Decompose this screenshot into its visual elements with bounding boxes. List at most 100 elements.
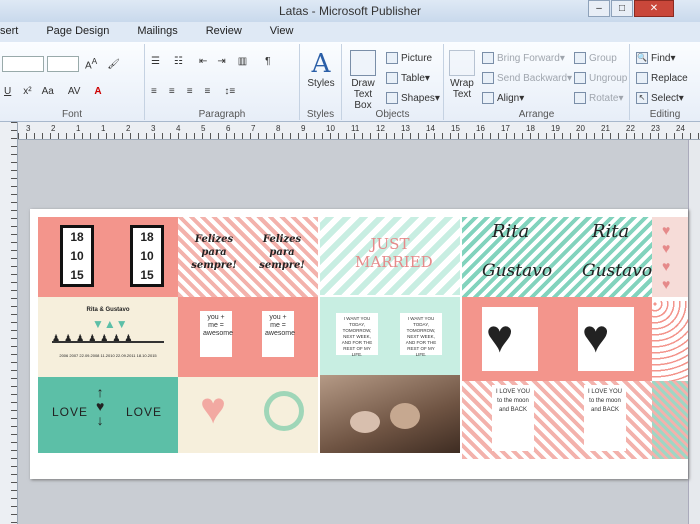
justify-icon[interactable]: ≡ bbox=[205, 86, 211, 97]
picture-icon bbox=[386, 52, 398, 64]
tab-insert[interactable]: sert bbox=[0, 22, 32, 42]
ruler-number: 13 bbox=[401, 124, 410, 133]
change-case-icon[interactable]: Aa bbox=[42, 86, 54, 97]
strike-icon[interactable]: x² bbox=[23, 86, 31, 97]
grow-font-icon[interactable]: AA bbox=[85, 56, 97, 71]
ribbon-tabs: sert Page Design Mailings Review View bbox=[0, 22, 700, 42]
stripes-tile[interactable] bbox=[652, 381, 688, 459]
floral-hearts-tile[interactable]: ♥ bbox=[178, 377, 318, 453]
increase-indent-icon[interactable]: ⇥ bbox=[217, 56, 225, 67]
rita-gustavo-small-text: Rita & Gustavo bbox=[86, 307, 130, 313]
select-button[interactable]: ↖ Select ▾ bbox=[636, 92, 684, 104]
ruler-number: 3 bbox=[151, 124, 156, 133]
align-left-icon[interactable]: ≡ bbox=[151, 86, 157, 97]
group-button[interactable]: Group bbox=[574, 52, 617, 64]
rita-text-left: Rita bbox=[492, 221, 530, 242]
love-text-right: LOVE bbox=[126, 405, 163, 419]
you-me-text-left: you + me = awesome bbox=[200, 311, 233, 357]
ruler-number: 2 bbox=[51, 124, 56, 133]
date-block-right: 18 10 15 bbox=[130, 225, 164, 287]
arrange-group-label: Arrange bbox=[518, 109, 555, 120]
ruler-number: 1 bbox=[76, 124, 81, 133]
bring-forward-icon bbox=[482, 52, 494, 64]
replace-button[interactable]: Replace bbox=[636, 72, 688, 84]
styles-button[interactable]: A Styles bbox=[304, 50, 338, 89]
font-size-box[interactable] bbox=[47, 56, 79, 72]
decrease-indent-icon[interactable]: ⇤ bbox=[199, 56, 207, 67]
close-button[interactable]: ✕ bbox=[634, 0, 674, 17]
rita-gustavo-tile[interactable]: Rita Gustavo Rita Gustavo bbox=[462, 217, 652, 297]
ruler-number: 6 bbox=[226, 124, 231, 133]
find-icon: 🔍 bbox=[636, 52, 648, 64]
wrap-text-button[interactable]: Wrap Text bbox=[448, 50, 476, 100]
align-center-icon[interactable]: ≡ bbox=[169, 86, 175, 97]
align-right-icon[interactable]: ≡ bbox=[187, 86, 193, 97]
bullets-icon[interactable]: ☰ bbox=[151, 56, 160, 67]
vertical-ruler[interactable] bbox=[0, 122, 18, 524]
ruler-number: 19 bbox=[551, 124, 560, 133]
clear-format-icon[interactable]: 🖌 bbox=[107, 59, 120, 70]
columns-icon[interactable]: ▥ bbox=[238, 56, 247, 67]
timeline-tile[interactable]: Rita & Gustavo ▼▲▼ ♟♟♟♟♟♟♟ 2006 2007 22.… bbox=[38, 297, 178, 377]
vertical-scrollbar[interactable] bbox=[688, 140, 700, 524]
tab-review[interactable]: Review bbox=[192, 22, 256, 42]
timeline-dates: 2006 2007 22.09.2008 11.2010 22.09.2011 … bbox=[59, 353, 157, 358]
rotate-button[interactable]: Rotate ▾ bbox=[574, 92, 624, 104]
underline-icon[interactable]: U bbox=[4, 86, 11, 97]
horizontal-ruler[interactable]: 3 2 1 1 2 3 4 5 6 7 8 9 10 11 12 13 14 15 16 17 18 19 20 21 22 23… bbox=[18, 122, 700, 140]
wrap-text-icon bbox=[449, 50, 475, 76]
ruler-number: 8 bbox=[276, 124, 281, 133]
date-block-left: 18 10 15 bbox=[60, 225, 94, 287]
dots-tile[interactable] bbox=[652, 301, 688, 381]
love-you-back-text-left: I LOVE YOU to the moon and BACK bbox=[492, 385, 534, 451]
bring-forward-button[interactable]: Bring Forward ▾ bbox=[482, 52, 565, 64]
styles-icon: A bbox=[311, 49, 331, 79]
i-want-you-text-left: I WANT YOU TODAY, TOMORROW, NEXT WEEK, A… bbox=[336, 313, 378, 357]
tab-page-design[interactable]: Page Design bbox=[32, 22, 123, 42]
font-color-icon[interactable]: A bbox=[94, 86, 101, 97]
love-you-back-tile[interactable]: I LOVE YOU to the moon and BACK I LOVE Y… bbox=[462, 381, 652, 459]
love-hearts-tile[interactable]: ♥ ♥ bbox=[462, 297, 652, 381]
ruler-number: 9 bbox=[301, 124, 306, 133]
align-button[interactable]: Align ▾ bbox=[482, 92, 524, 104]
just-married-text: JUST MARRIED bbox=[355, 235, 433, 271]
couple-face-icon bbox=[350, 411, 380, 433]
i-want-you-tile[interactable]: I WANT YOU TODAY, TOMORROW, NEXT WEEK, A… bbox=[320, 297, 460, 375]
find-button[interactable]: 🔍 Find ▾ bbox=[636, 52, 675, 64]
line-spacing-icon[interactable]: ↕≡ bbox=[224, 86, 235, 97]
couple-face-icon bbox=[390, 403, 420, 429]
ruler-number: 24 bbox=[676, 124, 685, 133]
maximize-button[interactable]: □ bbox=[611, 0, 633, 17]
table-button[interactable]: Table ▾ bbox=[386, 72, 430, 84]
minimize-button[interactable]: – bbox=[588, 0, 610, 17]
pilcrow-icon[interactable]: ¶ bbox=[265, 56, 270, 67]
font-name-box[interactable] bbox=[2, 56, 44, 72]
couple-photo-tile[interactable] bbox=[320, 375, 460, 453]
draw-text-box-button[interactable]: Draw Text Box bbox=[344, 50, 382, 111]
ruler-number: 18 bbox=[526, 124, 535, 133]
love-arrow-tile[interactable]: LOVE ↑ ♥ ↓ LOVE bbox=[38, 377, 178, 453]
char-spacing-icon[interactable]: AV bbox=[68, 86, 81, 97]
tab-view[interactable]: View bbox=[256, 22, 308, 42]
felizes-tile[interactable]: Felizes para sempre! Felizes para sempre… bbox=[178, 217, 318, 297]
ruler-number: 10 bbox=[326, 124, 335, 133]
ruler-number: 12 bbox=[376, 124, 385, 133]
numbering-icon[interactable]: ☷ bbox=[174, 56, 183, 67]
tab-mailings[interactable]: Mailings bbox=[123, 22, 191, 42]
ruler-number: 4 bbox=[176, 124, 181, 133]
ruler-number: 1 bbox=[101, 124, 106, 133]
just-married-tile[interactable]: JUST MARRIED bbox=[320, 217, 460, 295]
send-backward-button[interactable]: Send Backward ▾ bbox=[482, 72, 572, 84]
publication-page[interactable]: 18 10 15 18 10 15 Felizes para sempre! Feliz… bbox=[30, 209, 688, 479]
objects-group: Draw Text Box Picture Table ▾ Shapes ▾ O… bbox=[342, 44, 444, 120]
date-label-tile[interactable]: 18 10 15 18 10 15 bbox=[38, 217, 178, 297]
hearts-tile[interactable]: ♥ ♥ ♥ ♥ bbox=[652, 217, 688, 297]
editing-group-label: Editing bbox=[649, 109, 681, 120]
ungroup-button[interactable]: Ungroup bbox=[574, 72, 627, 84]
gustavo-text-left: Gustavo bbox=[482, 261, 553, 281]
you-me-tile[interactable]: you + me = awesome you + me = awesome bbox=[178, 297, 318, 377]
shapes-button[interactable]: Shapes ▾ bbox=[386, 92, 440, 104]
styles-group: A Styles Styles bbox=[300, 44, 342, 120]
picture-button[interactable]: Picture bbox=[386, 52, 432, 64]
rotate-icon bbox=[574, 92, 586, 104]
